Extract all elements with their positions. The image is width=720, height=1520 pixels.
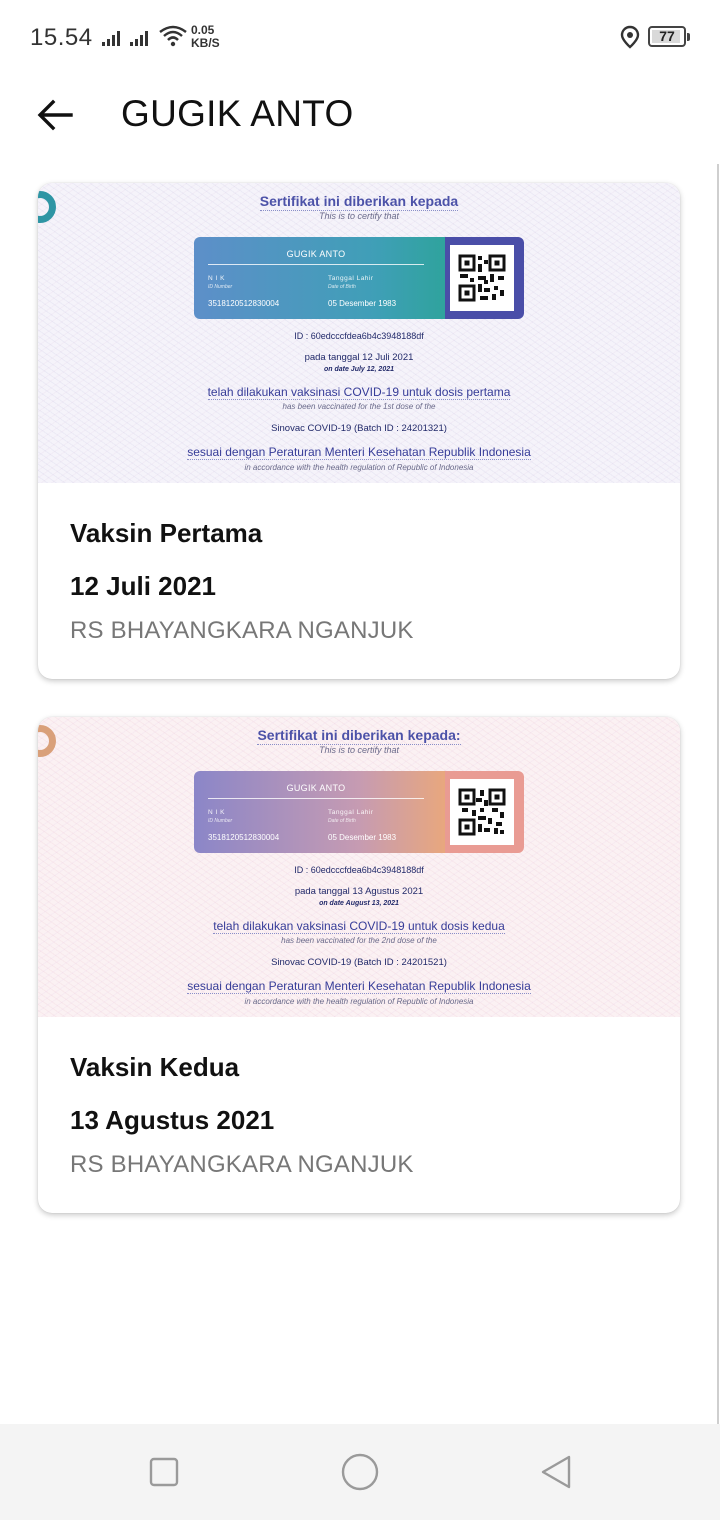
certificate-id: ID : 60edcccfdea6b4c3948188df (294, 331, 424, 341)
certificate-preview: Sertifikat ini diberikan kepada This is … (38, 183, 680, 483)
dose-date: 12 Juli 2021 (70, 571, 216, 601)
certificate-heading: Sertifikat ini diberikan kepada (38, 193, 680, 211)
certificate-regulation-text: sesuai dengan Peraturan Menteri Kesehata… (187, 979, 531, 994)
dob-label-en: Date of Birth (328, 818, 356, 824)
qr-code-icon (450, 779, 514, 845)
nav-home-button[interactable] (340, 1452, 380, 1492)
wifi-icon (158, 24, 188, 53)
certificate-vaccinated-line: telah dilakukan vaksinasi COVID-19 untuk… (38, 919, 680, 934)
dose-title: Vaksin Pertama (70, 518, 263, 548)
certificate-heading: Sertifikat ini diberikan kepada: (38, 727, 680, 745)
certificate-vaccinated-text: telah dilakukan vaksinasi COVID-19 untuk… (207, 385, 511, 400)
certificate-regulation: sesuai dengan Peraturan Menteri Kesehata… (38, 979, 680, 994)
certificate-regulation-text: sesuai dengan Peraturan Menteri Kesehata… (187, 445, 531, 460)
id-card-divider (208, 798, 424, 799)
system-nav-bar (0, 1424, 720, 1520)
card-info: Vaksin Pertama 12 Juli 2021 RS BHAYANGKA… (38, 483, 680, 679)
certificate-id: ID : 60edcccfdea6b4c3948188df (294, 865, 424, 875)
dob-value: 05 Desember 1983 (328, 833, 397, 842)
certificate-vaccinated-text: telah dilakukan vaksinasi COVID-19 untuk… (213, 919, 505, 934)
battery-indicator: 77 (648, 26, 690, 47)
page-title: GUGIK ANTO (121, 93, 354, 134)
certificate-regulation-en: in accordance with the health regulation… (244, 463, 474, 472)
dose-place: RS BHAYANGKARA NGANJUK (70, 617, 414, 644)
dob-label-en: Date of Birth (328, 284, 356, 290)
vaccine-card-second-dose[interactable]: Sertifikat ini diberikan kepada: This is… (38, 717, 680, 1213)
certificate-vaccinated-en: has been vaccinated for the 1st dose of … (282, 402, 436, 411)
arrow-left-icon (37, 99, 73, 131)
certificate-preview: Sertifikat ini diberikan kepada: This is… (38, 717, 680, 1017)
status-time: 15.54 (30, 24, 93, 51)
dose-date: 13 Agustus 2021 (70, 1105, 275, 1135)
dose-place: RS BHAYANGKARA NGANJUK (70, 1151, 414, 1178)
nav-back-button[interactable] (536, 1452, 576, 1492)
nik-label: N I K (208, 809, 225, 816)
certificate-vaccine: Sinovac COVID-19 (Batch ID : 24201321) (271, 423, 447, 434)
nik-label: N I K (208, 275, 225, 282)
dose-title: Vaksin Kedua (70, 1052, 240, 1082)
certificate-vaccinated-en: has been vaccinated for the 2nd dose of … (281, 936, 437, 945)
id-card-name: GUGIK ANTO (286, 249, 346, 259)
dob-label: Tanggal Lahir (328, 275, 374, 282)
certificate-date: pada tanggal 13 Agustus 2021 (294, 886, 424, 897)
certificate-heading-text: Sertifikat ini diberikan kepada: (257, 727, 461, 745)
certificate-vaccinated-line: telah dilakukan vaksinasi COVID-19 untuk… (38, 385, 680, 400)
certificate-regulation: sesuai dengan Peraturan Menteri Kesehata… (38, 445, 680, 460)
square-icon (149, 1457, 179, 1487)
certificate-heading-en: This is to certify that (318, 211, 400, 221)
nik-label-en: ID Number (208, 284, 233, 290)
location-pin-icon (619, 25, 641, 54)
network-speed-unit: KB/S (191, 36, 220, 50)
id-card: GUGIK ANTO N I K ID Number 3518120512830… (194, 237, 524, 319)
id-card-name: GUGIK ANTO (286, 783, 346, 793)
nik-value: 3518120512830004 (208, 833, 280, 842)
back-button[interactable] (30, 90, 80, 140)
id-card: GUGIK ANTO N I K ID Number 3518120512830… (194, 771, 524, 853)
status-bar: 15.54 0.05 KB/S 77 (0, 0, 720, 76)
signal-1-icon (102, 30, 120, 46)
network-speed: 0.05 KB/S (191, 24, 220, 50)
triangle-back-icon (541, 1455, 571, 1489)
qr-code-icon (450, 245, 514, 311)
certificate-date-en: on date August 13, 2021 (319, 900, 399, 907)
nik-value: 3518120512830004 (208, 299, 280, 308)
card-info: Vaksin Kedua 13 Agustus 2021 RS BHAYANGK… (38, 1017, 680, 1213)
vaccine-card-first-dose[interactable]: Sertifikat ini diberikan kepada This is … (38, 183, 680, 679)
scrollbar[interactable] (717, 164, 719, 1424)
dob-value: 05 Desember 1983 (328, 299, 397, 308)
certificate-heading-en: This is to certify that (318, 745, 400, 755)
nik-label-en: ID Number (208, 818, 233, 824)
signal-2-icon (130, 30, 148, 46)
certificate-vaccine: Sinovac COVID-19 (Batch ID : 24201521) (271, 957, 447, 968)
certificate-date: pada tanggal 12 Juli 2021 (304, 352, 414, 363)
certificate-date-en: on date July 12, 2021 (323, 366, 395, 373)
id-card-divider (208, 264, 424, 265)
dob-label: Tanggal Lahir (328, 809, 374, 816)
nav-recent-button[interactable] (144, 1452, 184, 1492)
circle-icon (341, 1453, 379, 1491)
app-bar: GUGIK ANTO (0, 76, 720, 152)
certificate-heading-text: Sertifikat ini diberikan kepada (259, 193, 459, 211)
battery-level: 77 (659, 28, 675, 44)
certificate-regulation-en: in accordance with the health regulation… (244, 997, 474, 1006)
